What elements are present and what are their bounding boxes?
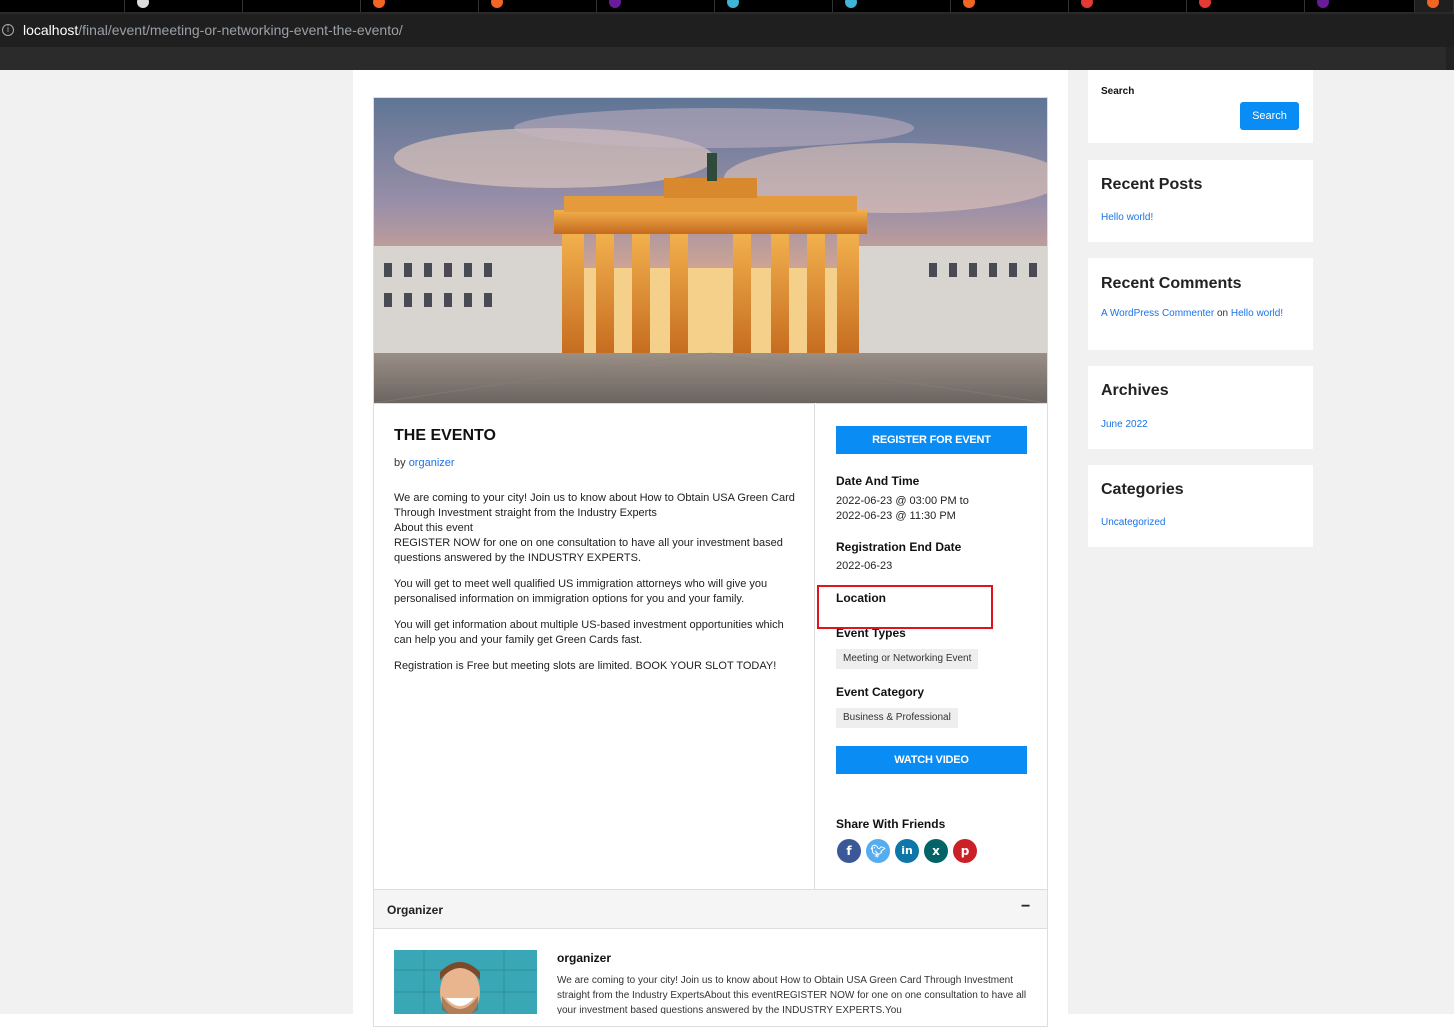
date-time-value: 2022-06-23 @ 03:00 PM to 2022-06-23 @ 11:… — [836, 495, 969, 522]
recent-comments-widget: Recent Comments A WordPress Commenter on… — [1088, 258, 1313, 350]
archive-link[interactable]: June 2022 — [1101, 419, 1148, 430]
collapse-icon[interactable]: − — [1021, 898, 1030, 916]
browser-tab-strip — [0, 0, 1454, 12]
share-heading: Share With Friends — [836, 817, 946, 831]
browser-tab[interactable] — [951, 0, 1069, 12]
linkedin-icon[interactable]: in — [895, 839, 919, 863]
description-paragraph: You will get to meet well qualified US i… — [394, 578, 768, 605]
browser-tab[interactable] — [125, 0, 243, 12]
browser-tab[interactable] — [715, 0, 833, 12]
search-widget: Search Search — [1088, 70, 1313, 143]
description-line: REGISTER NOW for one on one consultation… — [394, 537, 783, 564]
recent-comment-item: A WordPress Commenter on Hello world! — [1101, 308, 1283, 319]
archives-title: Archives — [1101, 382, 1169, 399]
browser-tab[interactable] — [0, 0, 125, 12]
date-time-heading: Date And Time — [836, 474, 920, 488]
archives-widget: Archives June 2022 — [1088, 366, 1313, 449]
recent-posts-title: Recent Posts — [1101, 176, 1203, 193]
browser-tab[interactable] — [1187, 0, 1305, 12]
recent-posts-widget: Recent Posts Hello world! — [1088, 160, 1313, 242]
scrollbar[interactable] — [1446, 47, 1454, 70]
organizer-description: We are coming to your city! Join us to k… — [557, 975, 1027, 1014]
organizer-name: organizer — [557, 951, 612, 965]
event-category-tag[interactable]: Business & Professional — [836, 708, 958, 728]
comment-post-link[interactable]: Hello world! — [1231, 308, 1283, 319]
description-intro: We are coming to your city! Join us to k… — [394, 491, 799, 566]
brandenburg-gate-image — [374, 98, 1047, 403]
site-info-icon[interactable]: i — [2, 24, 14, 36]
organizer-accordion-header[interactable]: Organizer − — [374, 889, 1047, 929]
categories-widget: Categories Uncategorized — [1088, 465, 1313, 547]
browser-tab[interactable] — [243, 0, 361, 12]
description-paragraph: You will get information about multiple … — [394, 619, 784, 646]
event-byline: by organizer — [394, 457, 455, 469]
registration-end-heading: Registration End Date — [836, 540, 962, 554]
category-link[interactable]: Uncategorized — [1101, 517, 1165, 528]
browser-tab[interactable] — [597, 0, 715, 12]
browser-tab[interactable] — [833, 0, 951, 12]
address-bar[interactable]: i localhost/final/event/meeting-or-netwo… — [0, 12, 1454, 47]
register-for-event-button[interactable]: REGISTER FOR EVENT — [836, 426, 1027, 454]
event-hero-image — [374, 98, 1047, 403]
comment-author-link[interactable]: A WordPress Commenter — [1101, 308, 1214, 319]
organizer-avatar — [394, 950, 537, 1014]
browser-tab[interactable] — [361, 0, 479, 12]
description-paragraph: Registration is Free but meeting slots a… — [394, 660, 777, 672]
event-type-tag[interactable]: Meeting or Networking Event — [836, 649, 979, 669]
pinterest-icon[interactable]: p — [953, 839, 977, 863]
url-text[interactable]: localhost/final/event/meeting-or-network… — [23, 22, 403, 38]
event-title: THE EVENTO — [394, 427, 496, 444]
browser-tab[interactable] — [479, 0, 597, 12]
comment-on-text: on — [1216, 308, 1229, 319]
browser-tab-active[interactable] — [1415, 0, 1454, 12]
search-button[interactable]: Search — [1240, 102, 1299, 130]
watch-video-button[interactable]: WATCH VIDEO — [836, 746, 1027, 774]
registration-end-value: 2022-06-23 — [836, 560, 893, 572]
recent-comments-title: Recent Comments — [1101, 275, 1242, 292]
description-line: We are coming to your city! Join us to k… — [394, 492, 795, 519]
event-description: We are coming to your city! Join us to k… — [394, 491, 799, 685]
organizer-section-title: Organizer — [387, 903, 444, 917]
browser-tab[interactable] — [1069, 0, 1187, 12]
browser-tab[interactable] — [1305, 0, 1415, 12]
facebook-icon[interactable]: f — [837, 839, 861, 863]
byline-prefix: by — [394, 457, 406, 469]
author-link[interactable]: organizer — [409, 457, 455, 469]
bookmarks-bar — [0, 47, 1454, 70]
event-category-heading: Event Category — [836, 685, 925, 699]
highlight-box — [817, 585, 993, 629]
search-label: Search — [1101, 86, 1135, 97]
recent-post-link[interactable]: Hello world! — [1101, 212, 1153, 223]
description-line: About this event — [394, 522, 473, 534]
organizer-photo — [394, 950, 537, 1014]
categories-title: Categories — [1101, 481, 1184, 498]
twitter-icon[interactable]: 🐦︎ — [866, 839, 890, 863]
xing-icon[interactable]: x — [924, 839, 948, 863]
